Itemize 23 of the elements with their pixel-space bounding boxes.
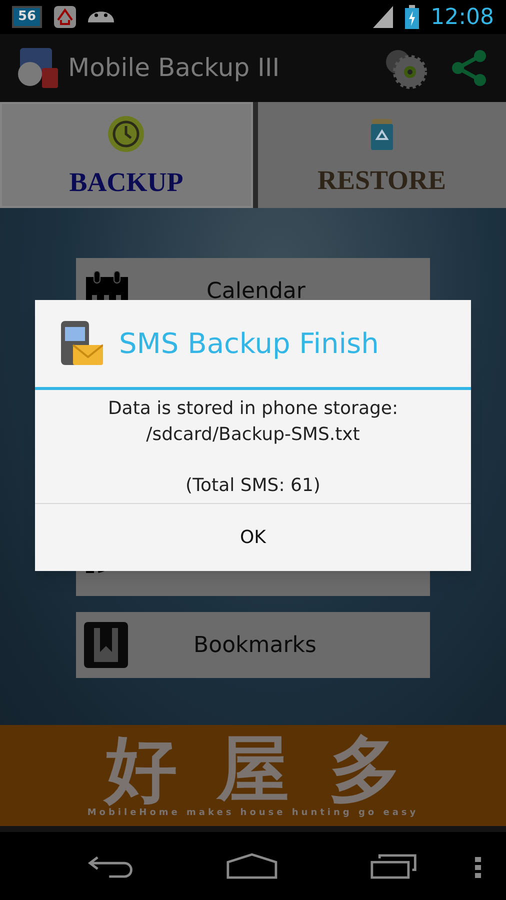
- overflow-menu-icon[interactable]: [475, 857, 481, 879]
- home-icon[interactable]: [226, 852, 278, 880]
- app-logo-icon: [16, 46, 60, 90]
- dialog-message: /sdcard/Backup-SMS.txt: [146, 423, 360, 447]
- ok-button[interactable]: OK: [35, 503, 471, 571]
- phone-message-icon: [59, 320, 103, 366]
- notification-badge: 56: [12, 6, 42, 28]
- android-icon: [88, 11, 114, 23]
- tab[interactable]: BACKUP: [0, 102, 252, 208]
- recent-apps-icon[interactable]: [370, 852, 418, 880]
- signal-icon: [372, 6, 393, 28]
- bookmark-icon: [84, 622, 128, 668]
- banner-tagline: MobileHome makes house hunting go easy: [87, 809, 419, 818]
- tab[interactable]: RESTORE: [258, 102, 506, 208]
- clock-time: 12:08: [430, 4, 494, 32]
- dialog-message: Data is stored in phone storage:: [108, 397, 398, 421]
- battery-icon: [404, 5, 419, 29]
- menu-button[interactable]: Bookmarks: [76, 612, 430, 678]
- app-title: Mobile Backup III: [68, 52, 281, 84]
- dialog-title: SMS Backup Finish: [119, 326, 379, 362]
- clock-icon: [107, 114, 146, 152]
- banner-headline: 好屋多: [103, 733, 441, 805]
- total-count: (Total SMS: 61): [186, 474, 320, 498]
